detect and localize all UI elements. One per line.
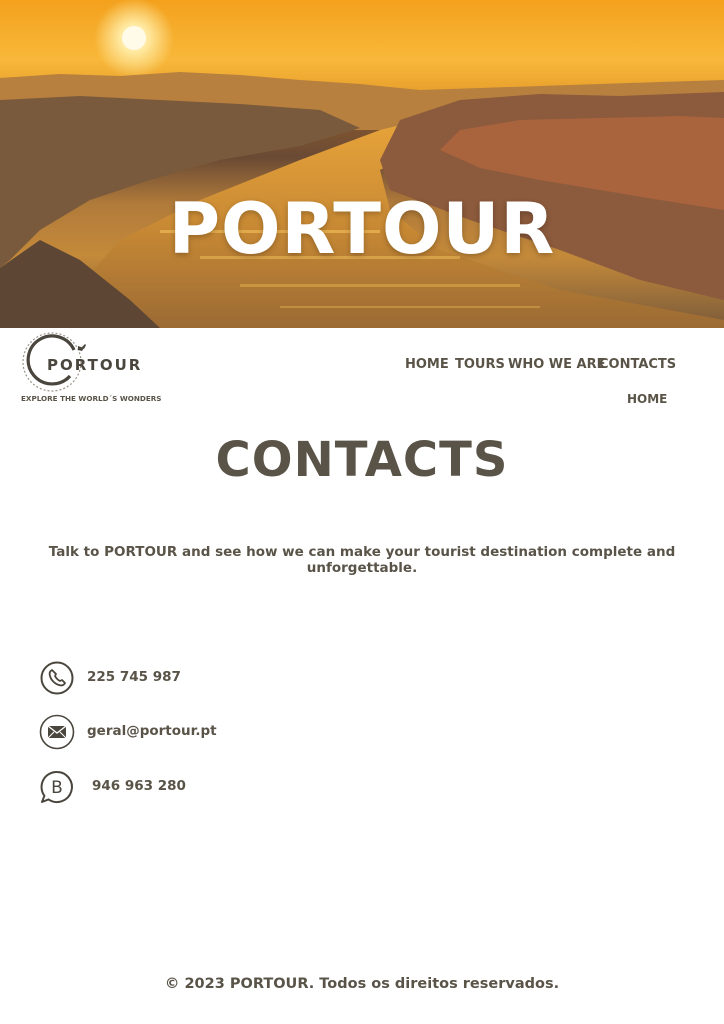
email-address: geral@portour.pt	[87, 723, 217, 739]
hero-porto-sunset-image	[0, 0, 724, 328]
intro-text: Talk to PORTOUR and see how we can make …	[48, 544, 676, 576]
envelope-icon	[39, 714, 75, 750]
whatsapp-number: 946 963 280	[92, 778, 186, 794]
hero-title: PORTOUR	[168, 188, 556, 270]
nav-home-secondary-link[interactable]: HOME	[627, 392, 667, 406]
brand-logo[interactable]: PORTOUR EXPLORE THE WORLD´S WONDERS	[20, 332, 180, 406]
nav-who-we-are-link[interactable]: WHO WE ARE	[508, 357, 606, 372]
contact-email[interactable]: geral@portour.pt	[39, 714, 239, 750]
hero-banner: PORTOUR	[0, 0, 724, 328]
contact-phone[interactable]: 225 745 987	[39, 660, 239, 696]
whatsapp-business-icon: B	[40, 770, 73, 803]
phone-number: 225 745 987	[87, 669, 181, 685]
svg-text:B: B	[51, 778, 63, 798]
page-title: CONTACTS	[215, 432, 509, 488]
brand-tagline: EXPLORE THE WORLD´S WONDERS	[21, 394, 162, 403]
nav-contacts-link[interactable]: CONTACTS	[599, 357, 676, 372]
logo-text: PORTOUR	[47, 356, 143, 374]
nav-home-link[interactable]: HOME	[405, 357, 449, 372]
contact-whatsapp-business[interactable]: B 946 963 280	[39, 769, 239, 805]
footer-copyright: © 2023 PORTOUR. Todos os direitos reserv…	[164, 976, 560, 992]
phone-icon	[40, 661, 74, 695]
nav-tours-link[interactable]: TOURS	[455, 357, 505, 372]
